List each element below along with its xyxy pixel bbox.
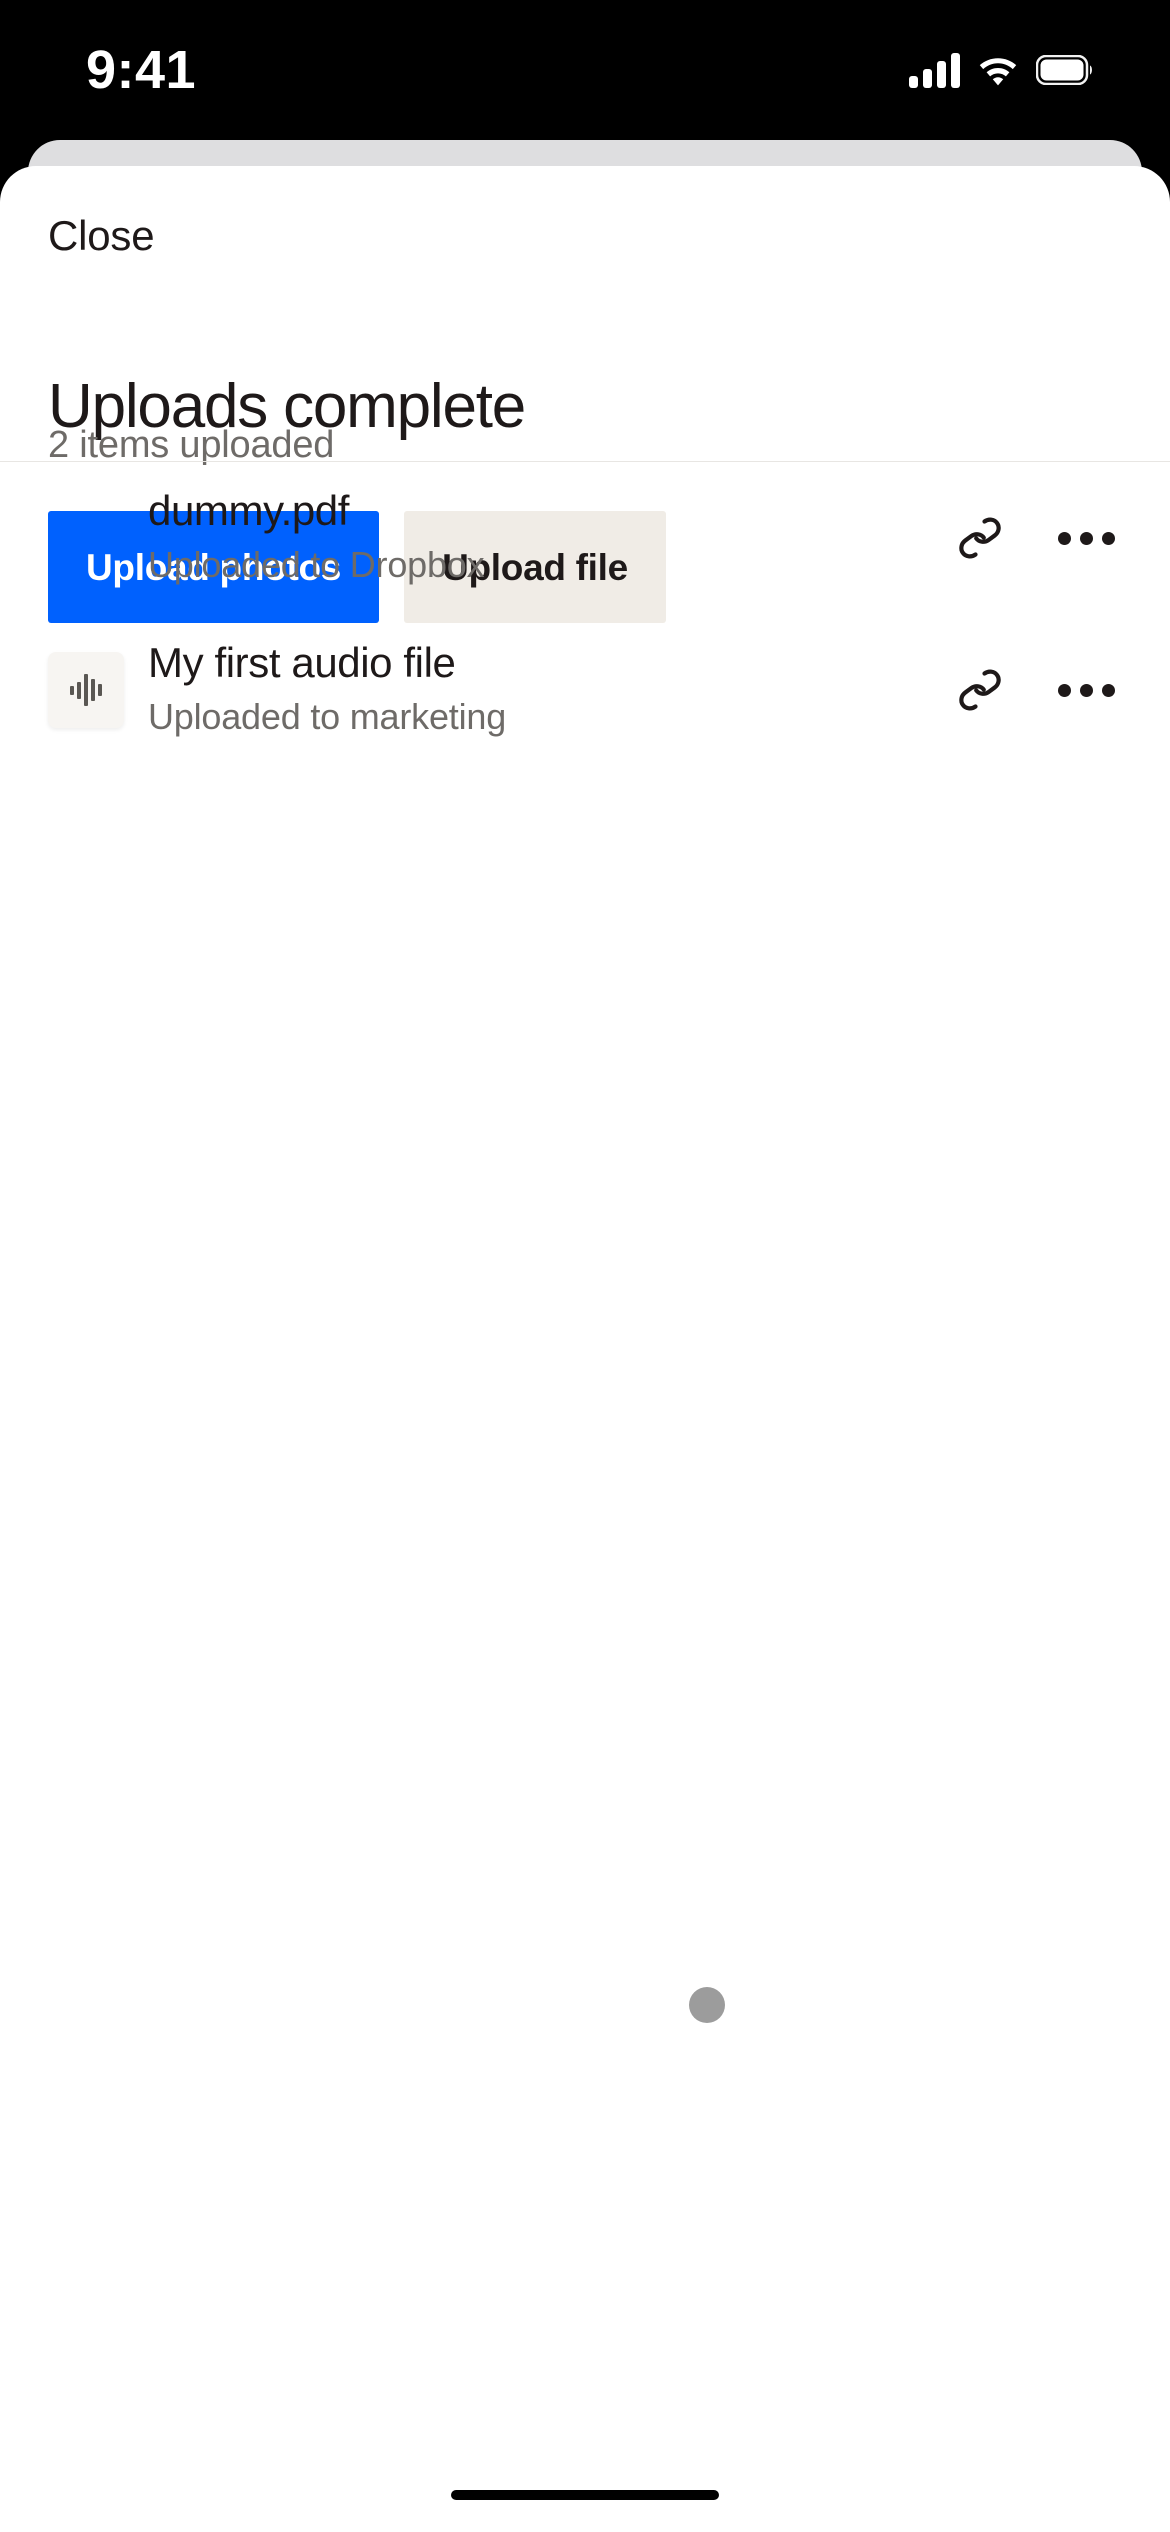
table-row[interactable]: My first audio file Uploaded to marketin…	[0, 614, 1170, 766]
file-info: My first audio file Uploaded to marketin…	[146, 639, 926, 741]
file-thumbnail-placeholder	[48, 500, 124, 576]
more-options-button[interactable]	[1050, 502, 1122, 574]
copy-link-button[interactable]	[944, 654, 1016, 726]
file-status: Uploaded to marketing	[148, 695, 507, 737]
loading-dot-icon	[689, 1987, 725, 2023]
row-actions	[944, 654, 1122, 726]
battery-icon	[1036, 55, 1094, 85]
status-bar: 9:41	[0, 0, 1170, 150]
more-options-icon	[1057, 683, 1115, 697]
more-options-button[interactable]	[1050, 654, 1122, 726]
file-name: My first audio file	[148, 639, 456, 687]
table-row[interactable]: dummy.pdf Uploaded to Dropbox	[0, 462, 1170, 614]
home-indicator[interactable]	[451, 2490, 719, 2500]
file-info: dummy.pdf Uploaded to Dropbox	[146, 487, 926, 589]
audio-waveform-icon	[70, 672, 102, 708]
file-status: Uploaded to Dropbox	[148, 543, 485, 585]
wifi-icon	[976, 53, 1020, 87]
status-bar-indicators	[909, 52, 1094, 88]
copy-link-button[interactable]	[944, 502, 1016, 574]
more-options-icon	[1057, 531, 1115, 545]
copy-link-icon	[957, 515, 1003, 561]
phone-screen: 9:41 Close Uploads complete 2 items uplo…	[0, 0, 1170, 2532]
cellular-signal-icon	[909, 52, 960, 88]
uploads-complete-sheet: Close Uploads complete 2 items uploaded …	[0, 166, 1170, 2532]
file-name: dummy.pdf	[148, 487, 350, 535]
upload-count-subtitle: 2 items uploaded	[48, 424, 335, 466]
status-bar-time: 9:41	[86, 40, 197, 100]
uploaded-files-list: dummy.pdf Uploaded to Dropbox My first a…	[0, 462, 1170, 766]
close-button[interactable]: Close	[48, 215, 155, 257]
row-actions	[944, 502, 1122, 574]
copy-link-icon	[957, 667, 1003, 713]
file-thumbnail	[48, 652, 124, 728]
